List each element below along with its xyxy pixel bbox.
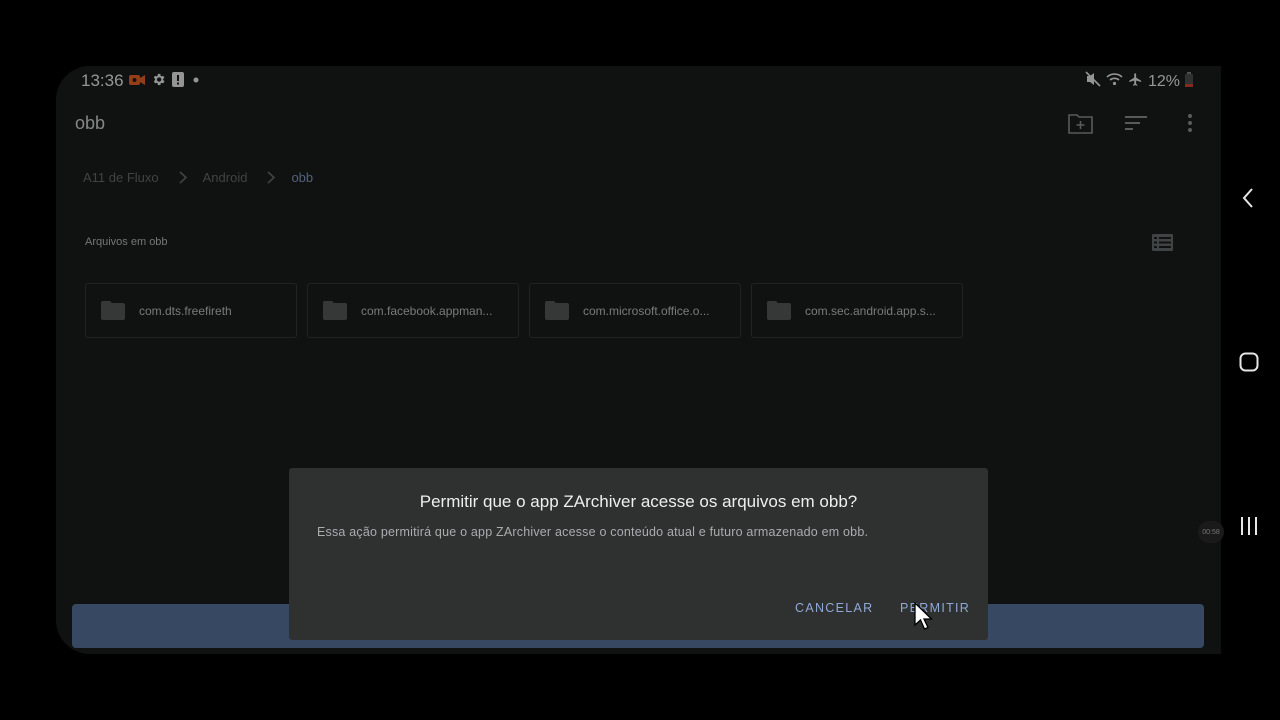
device-screen: 13:36 12% obb A11 de Fluxo Android obb A… — [56, 66, 1221, 654]
navigation-bar — [1221, 66, 1280, 654]
mouse-cursor-icon — [914, 601, 934, 635]
cancel-button[interactable]: CANCELAR — [795, 601, 873, 615]
recording-timer: 00:58 — [1198, 521, 1224, 543]
allow-button[interactable]: PERMITIR — [900, 601, 970, 615]
home-icon[interactable] — [1239, 352, 1259, 372]
permission-dialog: Permitir que o app ZArchiver acesse os a… — [289, 468, 988, 640]
dialog-title: Permitir que o app ZArchiver acesse os a… — [419, 492, 858, 511]
back-icon[interactable] — [1242, 188, 1254, 208]
dialog-message: Essa ação permitirá que o app ZArchiver … — [317, 525, 869, 539]
recent-apps-icon[interactable] — [1239, 516, 1259, 536]
